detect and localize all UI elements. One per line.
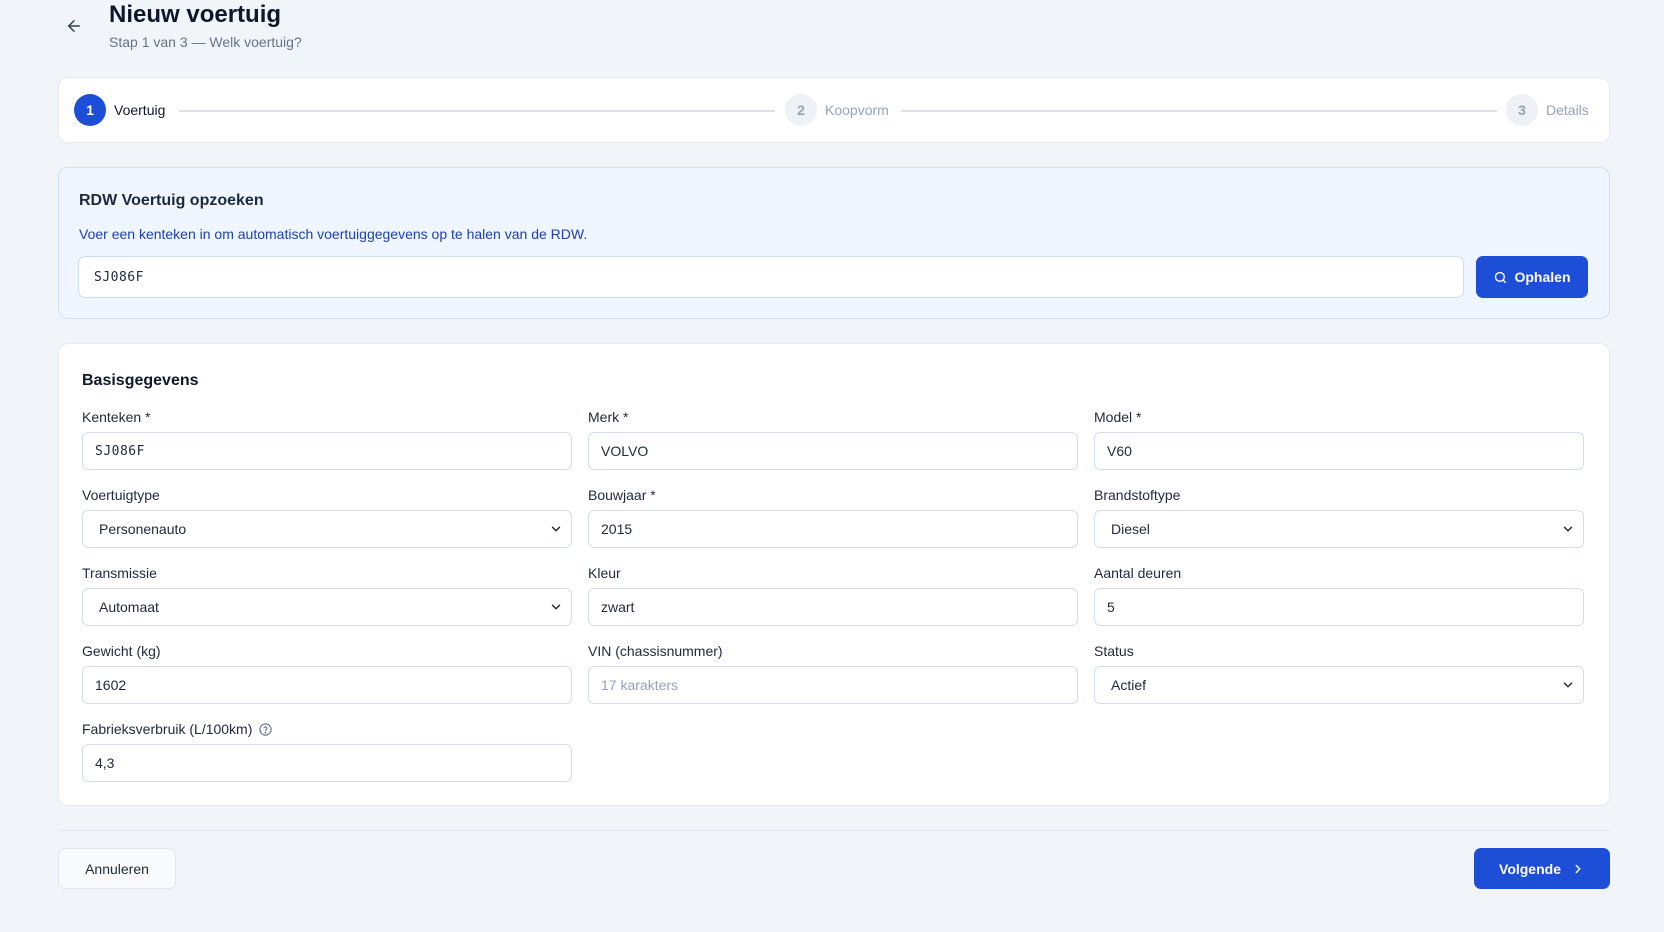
vin-input[interactable]: 17 karakters (588, 666, 1078, 704)
back-button[interactable] (58, 12, 90, 40)
field-fabrieksverbruik: Fabrieksverbruik (L/100km) 4,3 (82, 720, 572, 782)
field-label: Merk * (588, 409, 629, 425)
next-label: Volgende (1499, 860, 1561, 877)
page-subtitle: Stap 1 van 3 — Welk voertuig? (109, 34, 302, 50)
field-brandstoftype: Brandstoftype Diesel (1094, 486, 1584, 548)
rdw-lookup-panel: RDW Voertuig opzoeken Voer een kenteken … (58, 167, 1610, 319)
step-label: Details (1546, 102, 1589, 118)
field-label: Brandstoftype (1094, 487, 1181, 503)
bouwjaar-input[interactable]: 2015 (588, 510, 1078, 548)
chevron-down-icon (551, 526, 561, 532)
chevron-down-icon (551, 604, 561, 610)
fetch-button[interactable]: Ophalen (1476, 256, 1588, 298)
fetch-label: Ophalen (1514, 269, 1571, 285)
merk-input[interactable]: VOLVO (588, 432, 1078, 470)
field-label: Gewicht (kg) (82, 643, 161, 659)
help-circle-icon[interactable] (258, 722, 273, 737)
transmissie-select[interactable]: Automaat (82, 588, 572, 626)
field-label: Status (1094, 643, 1134, 659)
field-aantal-deuren: Aantal deuren 5 (1094, 564, 1584, 626)
arrow-left-icon (68, 20, 80, 32)
kleur-input[interactable]: zwart (588, 588, 1078, 626)
footer-divider (58, 830, 1610, 831)
fabrieksverbruik-input[interactable]: 4,3 (82, 744, 572, 782)
kenteken-input[interactable]: SJ086F (82, 432, 572, 470)
step-label: Voertuig (114, 102, 166, 118)
field-label: Transmissie (82, 565, 157, 581)
field-merk: Merk * VOLVO (588, 408, 1078, 470)
model-input[interactable]: V60 (1094, 432, 1584, 470)
cancel-button[interactable]: Annuleren (58, 848, 176, 889)
step-voertuig[interactable]: 1 Voertuig (74, 94, 165, 126)
select-value: Actief (1111, 677, 1147, 693)
field-transmissie: Transmissie Automaat (82, 564, 572, 626)
rdw-plate-input[interactable] (78, 256, 1464, 298)
field-label: Voertuigtype (82, 487, 160, 503)
field-voertuigtype: Voertuigtype Personenauto (82, 486, 572, 548)
field-label: Aantal deuren (1094, 565, 1182, 581)
step-details[interactable]: 3 Details (1506, 94, 1589, 126)
aantal-deuren-input[interactable]: 5 (1094, 588, 1584, 626)
field-kenteken: Kenteken * SJ086F (82, 408, 572, 470)
field-label: Bouwjaar * (588, 487, 656, 503)
stepper: 1 Voertuig 2 Koopvorm 3 Details (58, 77, 1610, 143)
field-label: Model * (1094, 409, 1142, 425)
step-number: 2 (785, 94, 817, 126)
page-title: Nieuw voertuig (109, 1, 282, 28)
brandstoftype-select[interactable]: Diesel (1094, 510, 1584, 548)
field-label: VIN (chassisnummer) (588, 643, 723, 659)
rdw-description: Voer een kenteken in om automatisch voer… (79, 226, 588, 242)
chevron-down-icon (1563, 682, 1573, 688)
step-number: 1 (74, 94, 106, 126)
chevron-down-icon (1563, 526, 1573, 532)
step-connector (901, 110, 1497, 112)
rdw-title: RDW Voertuig opzoeken (79, 192, 264, 209)
status-select[interactable]: Actief (1094, 666, 1584, 704)
field-model: Model * V60 (1094, 408, 1584, 470)
next-button[interactable]: Volgende (1474, 848, 1610, 889)
basisgegevens-form: Basisgegevens Kenteken * SJ086F Merk * V… (58, 343, 1610, 806)
search-icon (1495, 271, 1507, 283)
chevron-right-icon (1575, 864, 1581, 873)
field-status: Status Actief (1094, 642, 1584, 704)
field-label: Kleur (588, 565, 621, 581)
field-label-row: Fabrieksverbruik (L/100km) (82, 720, 572, 738)
field-label: Kenteken * (82, 409, 151, 425)
select-value: Personenauto (99, 521, 187, 537)
page-header: Nieuw voertuig Stap 1 van 3 — Welk voert… (58, 0, 658, 60)
field-vin: VIN (chassisnummer) 17 karakters (588, 642, 1078, 704)
field-label: Fabrieksverbruik (L/100km) (82, 721, 253, 737)
step-koopvorm[interactable]: 2 Koopvorm (785, 94, 889, 126)
field-gewicht: Gewicht (kg) 1602 (82, 642, 572, 704)
step-label: Koopvorm (825, 102, 889, 118)
step-number: 3 (1506, 94, 1538, 126)
select-value: Automaat (99, 599, 159, 615)
field-kleur: Kleur zwart (588, 564, 1078, 626)
field-bouwjaar: Bouwjaar * 2015 (588, 486, 1078, 548)
select-value: Diesel (1111, 521, 1150, 537)
voertuigtype-select[interactable]: Personenauto (82, 510, 572, 548)
gewicht-input[interactable]: 1602 (82, 666, 572, 704)
form-title: Basisgegevens (82, 372, 199, 389)
step-connector (179, 110, 775, 112)
